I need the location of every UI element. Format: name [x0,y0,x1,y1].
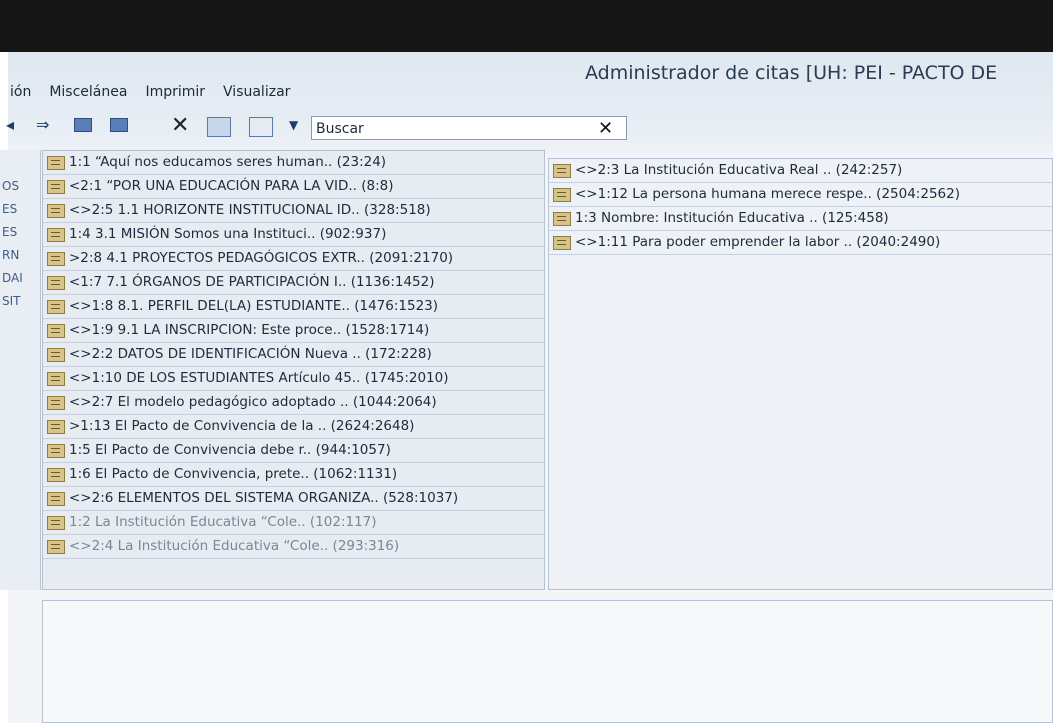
quote-doc-icon [47,371,65,386]
quotes-list-right: <>2:3 La Institución Educativa Real .. (… [548,158,1053,590]
move-right-icon[interactable] [110,118,128,132]
quote-doc-icon [47,419,65,434]
delete-x-icon[interactable]: ✕ [171,113,189,138]
quote-doc-icon [553,235,571,250]
menu-bar: ión Miscelánea Imprimir Visualizar [8,84,292,106]
quote-text: <>2:6 ELEMENTOS DEL SISTEMA ORGANIZA.. (… [69,490,459,506]
quote-row[interactable]: <>2:6 ELEMENTOS DEL SISTEMA ORGANIZA.. (… [43,487,544,511]
sidebar: OS ES ES RN DAI SIT [0,150,41,590]
quote-text: <>1:8 8.1. PERFIL DEL(LA) ESTUDIANTE.. (… [69,298,439,314]
quote-doc-icon [47,179,65,194]
quote-text: <>2:3 La Institución Educativa Real .. (… [575,162,903,178]
quote-doc-icon [47,443,65,458]
sidebar-item[interactable]: ES [0,198,40,221]
quote-row[interactable]: <>1:11 Para poder emprender la labor .. … [549,231,1052,255]
quote-row[interactable]: <>2:4 La Institución Educativa “Cole.. (… [43,535,544,559]
quote-doc-icon [47,347,65,362]
grid-view-icon[interactable] [249,117,273,137]
quote-text: 1:6 El Pacto de Convivencia, prete.. (10… [69,466,398,482]
quote-text: <>2:4 La Institución Educativa “Cole.. (… [69,538,400,554]
sidebar-item[interactable]: DAI [0,267,40,290]
sidebar-item[interactable]: ES [0,221,40,244]
clear-search-icon[interactable]: ✕ [598,118,613,139]
quote-row[interactable]: <>2:3 La Institución Educativa Real .. (… [549,159,1052,183]
quote-row[interactable]: <>1:8 8.1. PERFIL DEL(LA) ESTUDIANTE.. (… [43,295,544,319]
quote-doc-icon [47,491,65,506]
quote-doc-icon [47,395,65,410]
sidebar-item[interactable]: OS [0,175,40,198]
quote-text: <>1:11 Para poder emprender la labor .. … [575,234,941,250]
quote-text: 1:3 Nombre: Institución Educativa .. (12… [575,210,889,226]
quote-row[interactable]: 1:2 La Institución Educativa “Cole.. (10… [43,511,544,535]
quote-text: <2:1 “POR UNA EDUCACIÓN PARA LA VID.. (8… [69,178,394,194]
quote-text: <>1:12 La persona humana merece respe.. … [575,186,960,202]
quote-text: 1:2 La Institución Educativa “Cole.. (10… [69,514,377,530]
quote-row[interactable]: 1:5 El Pacto de Convivencia debe r.. (94… [43,439,544,463]
quote-row[interactable]: 1:4 3.1 MISIÓN Somos una Instituci.. (90… [43,223,544,247]
quote-text: >1:13 El Pacto de Convivencia de la .. (… [69,418,415,434]
move-left-icon[interactable] [74,118,92,132]
quote-row[interactable]: <>2:7 El modelo pedagógico adoptado .. (… [43,391,544,415]
quote-doc-icon [47,299,65,314]
search-input[interactable]: Buscar [311,116,627,140]
quote-text: 1:5 El Pacto de Convivencia debe r.. (94… [69,442,391,458]
quote-row[interactable]: >1:13 El Pacto de Convivencia de la .. (… [43,415,544,439]
window-title: Administrador de citas [UH: PEI - PACTO … [585,62,998,84]
menu-item-accion[interactable]: ión [8,84,33,106]
monitor-bezel [0,0,1053,52]
quote-text: <>1:10 DE LOS ESTUDIANTES Artículo 45.. … [69,370,449,386]
quote-doc-icon [553,187,571,202]
quote-text: 1:4 3.1 MISIÓN Somos una Instituci.. (90… [69,226,387,242]
quote-row[interactable]: <>1:10 DE LOS ESTUDIANTES Artículo 45.. … [43,367,544,391]
quote-doc-icon [47,203,65,218]
quote-text: <>2:5 1.1 HORIZONTE INSTITUCIONAL ID.. (… [69,202,431,218]
quote-row[interactable]: >2:8 4.1 PROYECTOS PEDAGÓGICOS EXTR.. (2… [43,247,544,271]
quote-doc-icon [47,323,65,338]
quote-row[interactable]: <>1:9 9.1 LA INSCRIPCION: Este proce.. (… [43,319,544,343]
quote-doc-icon [47,467,65,482]
quote-doc-icon [47,155,65,170]
forward-arrow-icon[interactable]: ⇒ [36,114,49,136]
quote-row[interactable]: 1:3 Nombre: Institución Educativa .. (12… [549,207,1052,231]
quote-preview-pane[interactable] [42,600,1053,723]
quote-text: 1:1 “Aquí nos educamos seres human.. (23… [69,154,387,170]
menu-item-miscelanea[interactable]: Miscelánea [47,84,129,106]
quote-row[interactable]: <>1:12 La persona humana merece respe.. … [549,183,1052,207]
quote-doc-icon [553,163,571,178]
quote-text: <>1:9 9.1 LA INSCRIPCION: Este proce.. (… [69,322,430,338]
quote-text: <>2:7 El modelo pedagógico adoptado .. (… [69,394,437,410]
quote-doc-icon [47,251,65,266]
quote-doc-icon [47,275,65,290]
quote-doc-icon [47,515,65,530]
sidebar-item[interactable]: RN [0,244,40,267]
quote-row[interactable]: 1:1 “Aquí nos educamos seres human.. (23… [43,151,544,175]
quote-row[interactable]: 1:6 El Pacto de Convivencia, prete.. (10… [43,463,544,487]
quote-text: >2:8 4.1 PROYECTOS PEDAGÓGICOS EXTR.. (2… [69,250,454,266]
quote-doc-icon [553,211,571,226]
menu-item-imprimir[interactable]: Imprimir [143,84,207,106]
quote-row[interactable]: <1:7 7.1 ÓRGANOS DE PARTICIPACIÓN I.. (1… [43,271,544,295]
quote-doc-icon [47,539,65,554]
quote-text: <>2:2 DATOS DE IDENTIFICACIÓN Nueva .. (… [69,346,432,362]
quote-row[interactable]: <>2:2 DATOS DE IDENTIFICACIÓN Nueva .. (… [43,343,544,367]
back-arrow-icon[interactable]: ◂ [6,114,14,136]
quote-doc-icon [47,227,65,242]
quote-text: <1:7 7.1 ÓRGANOS DE PARTICIPACIÓN I.. (1… [69,274,435,290]
menu-item-visualizar[interactable]: Visualizar [221,84,292,106]
quote-row[interactable]: <2:1 “POR UNA EDUCACIÓN PARA LA VID.. (8… [43,175,544,199]
quote-row[interactable]: <>2:5 1.1 HORIZONTE INSTITUCIONAL ID.. (… [43,199,544,223]
dropdown-icon[interactable]: ▼ [289,114,298,136]
sidebar-item[interactable]: SIT [0,290,40,313]
quotes-list-left: 1:1 “Aquí nos educamos seres human.. (23… [42,150,545,590]
pane-layout-icon[interactable] [207,117,231,137]
